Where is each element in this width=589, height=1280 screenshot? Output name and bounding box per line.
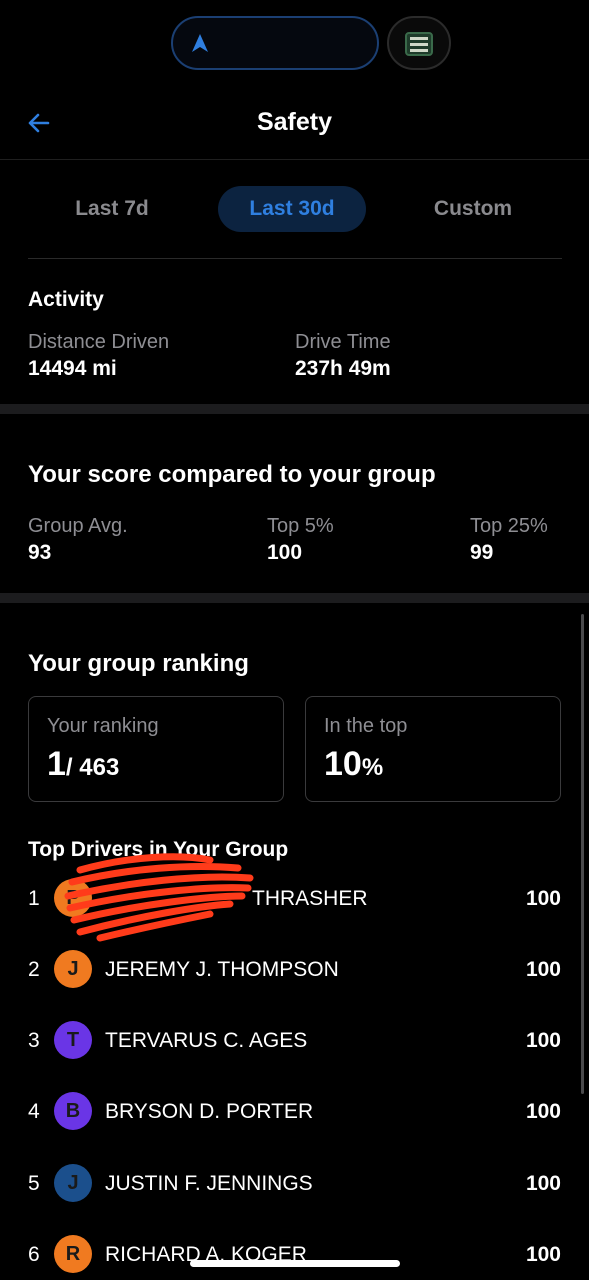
rank-number: 6 [28,1243,40,1266]
top5-value: 100 [267,541,303,564]
section-separator [0,593,589,603]
rank-number: 2 [28,958,40,981]
avatar: T [54,1021,92,1059]
your-ranking-label: Your ranking [47,715,159,737]
avatar: J [54,950,92,988]
rank-number: 4 [28,1100,40,1123]
list-item[interactable]: 5 J JUSTIN F. JENNINGS 100 [0,1162,589,1206]
top-drivers-title: Top Drivers in Your Group [28,838,289,861]
activity-title: Activity [28,288,104,311]
list-item[interactable]: 3 T TERVARUS C. AGES 100 [0,1019,589,1063]
comparison-title: Your score compared to your group [28,461,436,488]
live-activity-thumbnail-icon [405,32,433,56]
top25-value: 99 [470,541,494,564]
rank-number: 3 [28,1029,40,1052]
rank-number: 1 [47,745,66,783]
avatar: B [54,1092,92,1130]
top-nav-bar: Safety [0,92,589,160]
avatar: R [54,1235,92,1273]
rank-number: 5 [28,1172,40,1195]
your-ranking-card: Your ranking 1/ 463 [28,696,284,802]
driver-name: TERVARUS C. AGES [105,1029,308,1052]
period-tabs: Last 7d Last 30d Custom [28,186,562,232]
live-activity-thumbnail[interactable] [387,16,451,70]
driver-score: 100 [525,1172,561,1195]
page-title: Safety [256,108,333,136]
list-item[interactable]: 6 R RICHARD A. KOGER 100 [0,1233,589,1277]
drive-time-label: Drive Time [295,331,391,353]
driver-score: 100 [525,1243,561,1266]
section-separator [0,404,589,414]
tab-last-30d[interactable]: Last 30d [218,186,366,232]
top-percent-unit: % [361,754,384,781]
top-percent-label: In the top [324,715,408,737]
live-activity-pill[interactable] [171,16,379,70]
rank-total: / 463 [65,754,120,781]
group-avg-label: Group Avg. [28,515,128,537]
navigation-arrow-icon [192,34,208,52]
driver-score: 100 [525,1100,561,1123]
group-avg-value: 93 [28,541,52,564]
tab-last-7d[interactable]: Last 7d [50,186,174,232]
driver-score: 100 [525,1029,561,1052]
avatar: P [54,879,92,917]
driver-name: JUSTIN F. JENNINGS [105,1172,313,1195]
avatar: J [54,1164,92,1202]
driver-name: JEREMY J. THOMPSON [105,958,339,981]
rank-number: 1 [28,887,40,910]
group-ranking-title: Your group ranking [28,650,249,677]
top-percent-value: 10% [324,745,383,784]
divider [28,258,562,259]
top-percent-number: 10 [324,745,362,783]
distance-value: 14494 mi [28,357,117,380]
list-item[interactable]: 2 J JEREMY J. THOMPSON 100 [0,948,589,992]
driver-name: THRASHER [252,887,368,910]
driver-score: 100 [525,958,561,981]
drive-time-value: 237h 49m [295,357,391,380]
home-indicator[interactable] [190,1260,400,1267]
list-item[interactable]: 1 P THRASHER 100 [0,877,589,921]
top-percent-card: In the top 10% [305,696,561,802]
top5-label: Top 5% [267,515,334,537]
list-item[interactable]: 4 B BRYSON D. PORTER 100 [0,1090,589,1134]
tab-custom[interactable]: Custom [406,186,540,232]
distance-label: Distance Driven [28,331,170,353]
your-ranking-value: 1/ 463 [47,745,119,784]
driver-score: 100 [525,887,561,910]
driver-name: BRYSON D. PORTER [105,1100,314,1123]
top25-label: Top 25% [470,515,548,537]
